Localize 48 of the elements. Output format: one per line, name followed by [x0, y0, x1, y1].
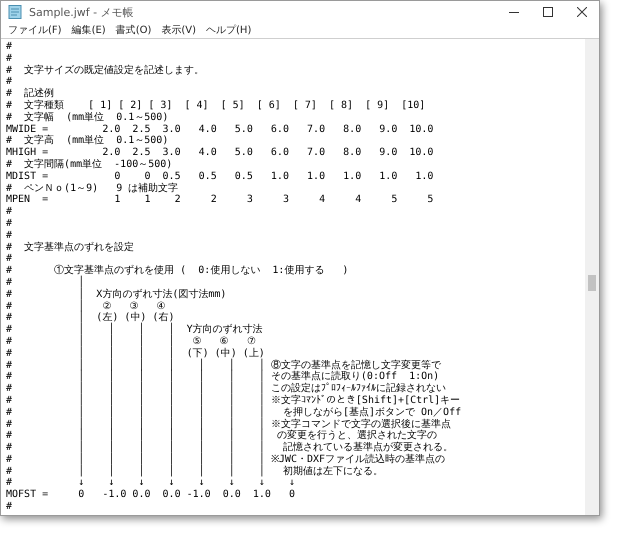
text-line: #: [6, 501, 14, 513]
text-line: # │ │ │ │ │ │ │ この設定はﾌﾟﾛﾌｨｰﾙﾌｧｲﾙに記録されない: [6, 383, 447, 394]
text-line: # 文字幅 (mm単位 0.1～500): [6, 112, 170, 124]
text-line: # │ ② ③ ④: [6, 300, 166, 312]
text-line: # 文字種類 [ 1] [ 2] [ 3] [ 4] [ 5] [ 6] [ 7] [ 8] [ 9] [10]: [6, 100, 426, 112]
text-line: #: [6, 52, 14, 65]
window-title: Sample.jwf - メモ帳: [29, 4, 134, 20]
vertical-scrollbar[interactable]: [585, 39, 599, 515]
text-line: # 文字基準点のずれを設定: [6, 242, 136, 254]
text-line: #: [6, 76, 14, 88]
text-line: MOFST = 0 -1.0 0.0 0.0 -1.0 0.0 1.0 0: [6, 489, 296, 502]
text-line: MWIDE = 2.0 2.5 3.0 4.0 5.0 6.0 7.0 8.0 9.0 10.0: [6, 124, 434, 135]
text-line: # 文字間隔(mm単位 -100～500): [6, 158, 174, 171]
text-line: # ペンＮｏ(1～9) 9 は補助文字: [6, 182, 180, 194]
text-line: #: [6, 218, 14, 230]
menu-item[interactable]: 編集(E): [66, 23, 111, 37]
text-line: # ↓ ↓ ↓ ↓ ↓ ↓ ↓ ↓: [6, 477, 296, 490]
scrollbar-thumb[interactable]: [588, 275, 596, 291]
text-line: # 記述例: [6, 88, 56, 100]
text-line: # ①文字基準点のずれを使用 ( 0:使用しない 1:使用する ): [6, 265, 350, 276]
text-line: # │ │ │ │ │ │ │ を押しながら[基点]ボタンで On／Off: [6, 406, 462, 418]
text-line: # │ │ │ │ │ │ │ ※文字コマンドで文字の選択後に基準点: [6, 418, 452, 430]
maximize-icon: [543, 7, 553, 17]
text-line: # │ │ │ │ │ │ │ 初期値は左下になる。: [6, 466, 384, 478]
text-line: #: [6, 206, 14, 218]
text-line: # │ │ │ │ Y方向のずれ寸法: [6, 324, 264, 336]
text-line: #: [6, 253, 14, 266]
text-line: # │ │ │ │ (下) (中) (上): [6, 348, 266, 359]
text-line: # │ │ │ │ ⑤ ⑥ ⑦: [6, 336, 257, 347]
text-line: # 文字サイズの既定値設定を記述します。: [6, 64, 206, 76]
close-icon: [577, 7, 587, 17]
text-line: MDIST = 0 0 0.5 0.5 0.5 1.0 1.0 1.0 1.0 1.0: [6, 170, 434, 182]
text-line: # │ │ │ │ │ │ │ ※文字ｺﾏﾝﾄﾞのとき[Shift]+[Ctrl]キー: [6, 394, 462, 406]
menu-item[interactable]: 表示(V): [156, 23, 202, 37]
text-line: # │ X方向のずれ寸法(図寸法mm): [6, 288, 228, 300]
text-line: # │ │ │ │ │ │ │ ⑧文字の基準点を記憶し文字変更等で: [6, 360, 442, 371]
text-line: #: [6, 41, 14, 53]
text-line: # │ │ │ │ │ │ │ ※JWC・DXFファイル読込時の基準点の: [6, 454, 446, 465]
text-line: # 文字高 (mm単位 0.1～500): [6, 135, 170, 148]
text-line: # │: [6, 276, 86, 288]
text-line: # │ │ │ │ │ │ │ 記憶されている基準点が変更される。: [6, 442, 454, 454]
menu-item[interactable]: 書式(O): [110, 23, 156, 37]
menu-item[interactable]: ファイル(F): [3, 23, 67, 37]
notepad-icon: [7, 4, 23, 20]
menu-item[interactable]: ヘルプ(H): [201, 23, 256, 37]
text-line: MPEN = 1 1 2 2 3 3 4 4 5 5: [6, 194, 434, 206]
text-line: #: [6, 230, 14, 242]
text-line: MHIGH = 2.0 2.5 3.0 4.0 5.0 6.0 7.0 8.0 9.0 10.0: [6, 147, 434, 158]
